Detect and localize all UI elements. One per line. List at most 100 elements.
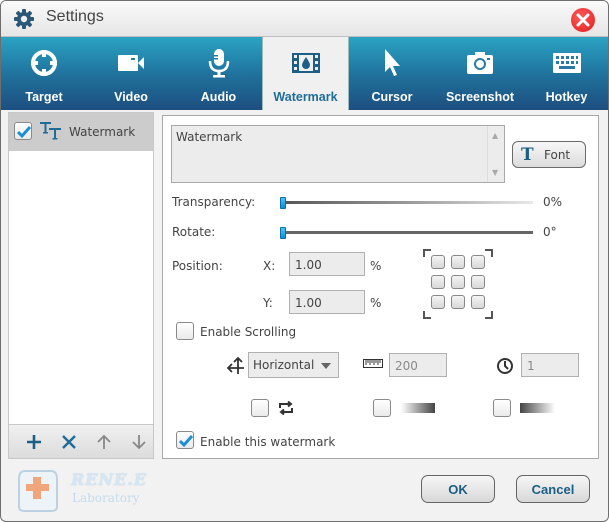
settings-window: Settings Target Video Audio Watermark Cu… [0,0,609,522]
title-bar: Settings [1,1,608,37]
position-y-input[interactable]: 1.00 [289,290,365,314]
scroll-duration-input[interactable]: 1 [521,353,579,377]
cancel-button[interactable]: Cancel [516,475,590,503]
scroll-direction-dropdown[interactable]: Horizontal [248,352,339,378]
fade-in-icon [401,403,435,413]
logo-cross-icon [18,470,58,512]
text-scrollbar[interactable]: ▲ ▼ [487,126,504,182]
enable-watermark-checkbox[interactable] [176,431,194,449]
film-drop-icon [291,53,320,73]
arrow-down-icon[interactable] [130,433,148,451]
remove-icon[interactable] [60,433,78,451]
enable-scrolling-label: Enable Scrolling [200,325,297,339]
enable-scrolling-checkbox[interactable] [176,322,194,340]
font-button[interactable]: T Font [512,141,586,168]
fade-out-icon [520,403,555,413]
checkmark-icon [16,126,32,139]
tab-watermark[interactable]: Watermark [262,37,349,110]
tab-screenshot[interactable]: Screenshot [435,37,525,110]
tab-audio[interactable]: Audio [175,37,262,110]
anchor-top-right[interactable] [471,255,485,269]
loop-checkbox[interactable] [251,399,269,417]
anchor-middle-left[interactable] [431,275,445,289]
anchor-bottom-right[interactable] [471,295,485,309]
tab-video[interactable]: Video [87,37,175,110]
position-x-label: X: [263,259,276,273]
text-icon [40,122,61,140]
tab-target[interactable]: Target [1,37,87,110]
tab-label: Video [114,90,148,104]
grid-corner [423,311,431,319]
add-icon[interactable] [25,433,43,451]
watermark-text-input[interactable]: Watermark ▲ ▼ [171,125,505,183]
tab-label: Target [25,90,63,104]
close-icon [576,13,590,27]
list-toolbar [9,424,153,458]
position-x-value: 1.00 [295,258,322,272]
rotate-slider[interactable] [280,227,533,239]
watermark-item-label: Watermark [69,125,136,139]
clock-icon [497,358,513,374]
anchor-bottom-center[interactable] [451,295,465,309]
list-item[interactable]: Watermark [9,113,153,151]
keyboard-icon [552,53,581,73]
scroll-distance-input[interactable]: 200 [389,353,447,377]
position-y-label: Y: [263,296,273,310]
tab-label: Screenshot [445,90,515,104]
rotate-track [280,231,533,234]
position-x-input[interactable]: 1.00 [289,252,365,276]
loop-icon [279,401,293,415]
gear-icon [14,9,34,29]
watermark-text-value: Watermark [176,130,243,144]
scroll-direction-value: Horizontal [253,358,315,372]
rotate-thumb[interactable] [280,227,286,239]
ruler-icon [363,359,383,368]
tab-label: Watermark [273,90,338,104]
scroll-up-icon[interactable]: ▲ [492,131,498,140]
transparency-value: 0% [543,195,563,209]
scroll-duration-value: 1 [527,359,535,373]
arrow-up-icon[interactable] [95,433,113,451]
grid-corner [485,311,493,319]
anchor-top-center[interactable] [451,255,465,269]
tab-hotkey[interactable]: Hotkey [525,37,608,110]
target-icon [31,50,57,76]
watermark-item-checkbox[interactable] [14,122,32,140]
transparency-label: Transparency: [172,195,256,209]
checkmark-icon [178,435,194,448]
window-title: Settings [46,8,104,25]
transparency-slider[interactable] [280,197,533,209]
anchor-center[interactable] [451,275,465,289]
rotate-value: 0° [543,225,557,239]
fade-in-checkbox[interactable] [373,399,391,417]
grid-corner [485,249,493,257]
tab-label: Cursor [371,90,413,104]
position-y-value: 1.00 [295,296,322,310]
close-button[interactable] [571,8,595,32]
logo-brand: RENE.E [71,470,148,489]
tab-cursor[interactable]: Cursor [349,37,435,110]
camera-icon [467,52,493,74]
position-x-unit: % [370,259,382,273]
video-camera-icon [118,55,144,71]
font-t-icon: T [521,145,534,165]
cursor-arrow-icon [385,49,400,76]
anchor-top-left[interactable] [431,255,445,269]
watermark-editor: Watermark ▲ ▼ T Font Transparency: 0% Ro… [162,115,599,459]
fade-out-checkbox[interactable] [493,399,511,417]
anchor-middle-right[interactable] [471,275,485,289]
transparency-thumb[interactable] [280,197,286,209]
tab-label: Hotkey [545,90,588,104]
microphone-icon [208,49,229,78]
scroll-distance-value: 200 [395,359,418,373]
scroll-direction-icon [227,357,244,374]
position-anchor-grid [423,249,493,319]
transparency-track [280,201,533,204]
scroll-down-icon[interactable]: ▼ [492,168,498,177]
ok-button[interactable]: OK [421,475,495,503]
rene-e-logo: RENE.E Laboratory [15,467,155,515]
anchor-bottom-left[interactable] [431,295,445,309]
grid-corner [423,249,431,257]
enable-watermark-label: Enable this watermark [200,435,336,449]
logo-subtitle: Laboratory [72,491,140,505]
